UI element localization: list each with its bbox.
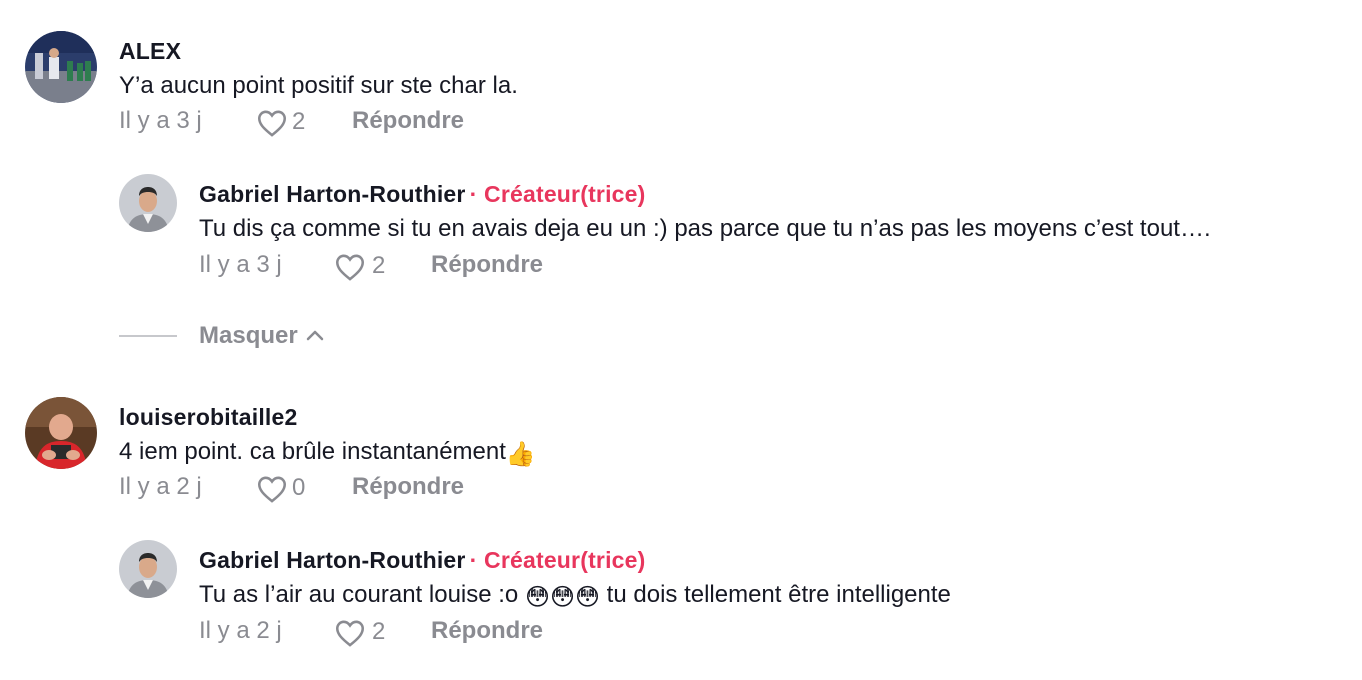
flushed-face-emoji: 😳😳😳 <box>524 584 601 611</box>
comment-text: Y’a aucun point positif sur ste char la. <box>119 72 518 99</box>
heart-outline-icon[interactable] <box>334 253 366 281</box>
comment-text: 4 iem point. ca brûle instantanément👍 <box>119 438 536 469</box>
username[interactable]: Gabriel Harton-Routhier <box>199 547 466 573</box>
creator-avatar[interactable] <box>119 174 177 232</box>
avatar-image-basketball <box>25 31 97 103</box>
reply-button[interactable]: Répondre <box>431 251 543 279</box>
username[interactable]: Gabriel Harton-Routhier <box>199 181 466 207</box>
collapse-replies-button[interactable]: Masquer <box>199 322 324 350</box>
thumbs-up-emoji: 👍 <box>505 441 536 468</box>
collapse-divider <box>119 335 177 337</box>
reply-text: Tu as l’air au courant louise :o 😳😳😳 tu … <box>199 581 951 612</box>
heart-outline-icon[interactable] <box>256 109 288 137</box>
reply-username: Gabriel Harton-Routhier · Créateur(trice) <box>199 547 646 574</box>
avatar[interactable] <box>25 31 97 103</box>
heart-outline-icon[interactable] <box>256 475 288 503</box>
timestamp: Il y a 2 j <box>119 473 202 500</box>
timestamp: Il y a 2 j <box>199 617 282 644</box>
timestamp: Il y a 3 j <box>119 107 202 134</box>
reply-text-after: tu dois tellement être intelligente <box>600 581 951 608</box>
avatar-image-person-red-shirt <box>25 397 97 469</box>
username[interactable]: ALEX <box>119 38 181 65</box>
like-count: 0 <box>292 474 306 501</box>
reply-button[interactable]: Répondre <box>352 107 464 135</box>
reply-button[interactable]: Répondre <box>431 617 543 645</box>
username[interactable]: louiserobitaille2 <box>119 404 298 431</box>
collapse-label: Masquer <box>199 322 298 349</box>
like-count: 2 <box>292 108 306 135</box>
creator-badge: · Créateur(trice) <box>469 181 646 207</box>
comment-text-body: 4 iem point. ca brûle instantanément <box>119 438 506 465</box>
reply-text-before: Tu as l’air au courant louise :o <box>199 581 525 608</box>
avatar-image-man <box>119 540 177 598</box>
like-count: 2 <box>372 618 386 645</box>
reply-text: Tu dis ça comme si tu en avais deja eu u… <box>199 215 1211 242</box>
creator-avatar[interactable] <box>119 540 177 598</box>
avatar[interactable] <box>25 397 97 469</box>
timestamp: Il y a 3 j <box>199 251 282 278</box>
reply-button[interactable]: Répondre <box>352 473 464 501</box>
creator-badge: · Créateur(trice) <box>469 547 646 573</box>
heart-outline-icon[interactable] <box>334 619 366 647</box>
avatar-image-man <box>119 174 177 232</box>
chevron-up-icon <box>306 330 323 341</box>
like-count: 2 <box>372 252 386 279</box>
reply-username: Gabriel Harton-Routhier · Créateur(trice) <box>199 181 646 208</box>
